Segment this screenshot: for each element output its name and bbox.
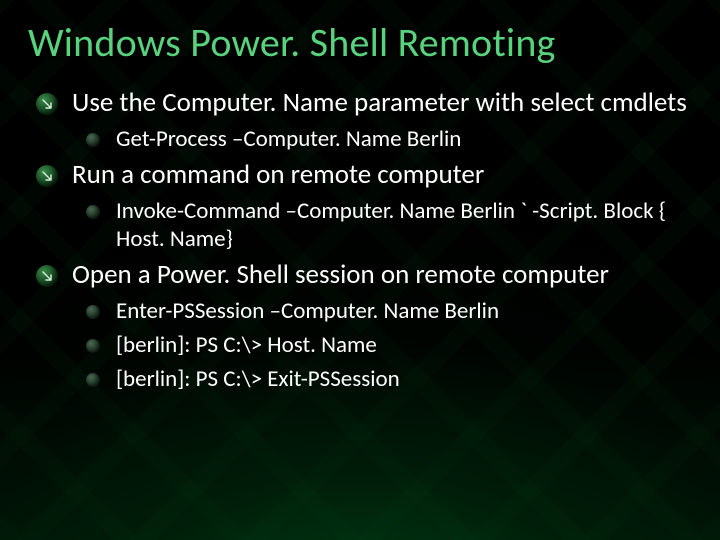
sub-bullet-item: Invoke-Command –Computer. Name Berlin ` … (86, 197, 692, 253)
bullet-text: Enter-PSSession –Computer. Name Berlin (116, 297, 692, 325)
bullet-item: Open a Power. Shell session on remote co… (36, 259, 692, 291)
bullet-text: Use the Computer. Name parameter with se… (72, 87, 692, 119)
arrow-bullet-icon (36, 165, 58, 187)
arrow-bullet-icon (36, 265, 58, 287)
bullet-text: Open a Power. Shell session on remote co… (72, 259, 692, 291)
bullet-text: [berlin]: PS C:\> Exit-PSSession (116, 365, 692, 393)
bullet-text: Invoke-Command –Computer. Name Berlin ` … (116, 197, 692, 253)
bullet-text: Get-Process –Computer. Name Berlin (116, 125, 692, 153)
dot-bullet-icon (86, 305, 100, 319)
sub-bullet-item: [berlin]: PS C:\> Exit-PSSession (86, 365, 692, 393)
dot-bullet-icon (86, 339, 100, 353)
sub-bullet-item: Get-Process –Computer. Name Berlin (86, 125, 692, 153)
bullet-text: Run a command on remote computer (72, 159, 692, 191)
dot-bullet-icon (86, 205, 100, 219)
sub-bullet-item: Enter-PSSession –Computer. Name Berlin (86, 297, 692, 325)
bullet-text: [berlin]: PS C:\> Host. Name (116, 331, 692, 359)
bullet-item: Use the Computer. Name parameter with se… (36, 87, 692, 119)
arrow-bullet-icon (36, 93, 58, 115)
dot-bullet-icon (86, 373, 100, 387)
dot-bullet-icon (86, 133, 100, 147)
sub-bullet-item: [berlin]: PS C:\> Host. Name (86, 331, 692, 359)
slide: Windows Power. Shell Remoting Use the Co… (0, 0, 720, 540)
bullet-item: Run a command on remote computer (36, 159, 692, 191)
slide-title: Windows Power. Shell Remoting (28, 18, 692, 67)
